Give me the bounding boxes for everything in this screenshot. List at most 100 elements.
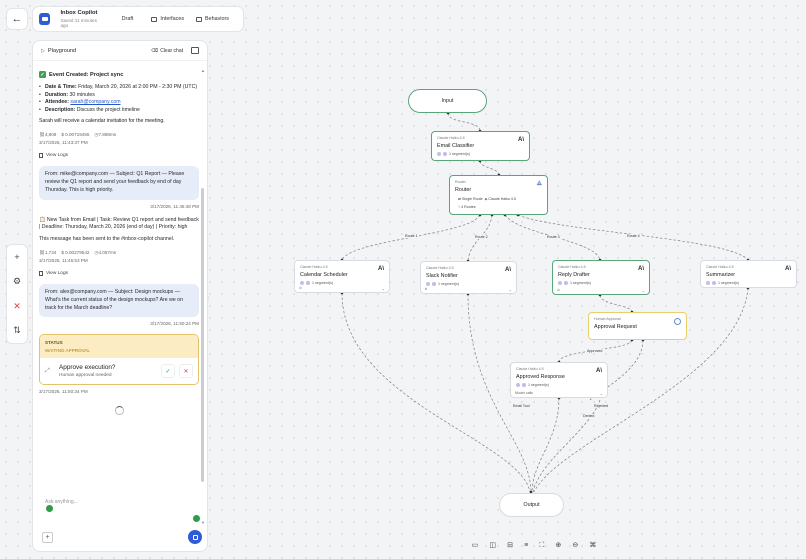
check-icon: ✓ [39,71,46,78]
calendar-scheduler-node[interactable]: Claude Haiku 4.5 A\ Calendar Scheduler 1… [294,260,390,293]
back-button[interactable]: ← [6,8,28,30]
task-metrics: ⛓1,734 $ 0.00279542 ◷4.057ms [39,250,199,256]
panel-layout-icon[interactable] [191,47,199,54]
output-node[interactable]: Output [499,493,564,517]
edge-input-classifier [447,112,481,132]
chevron-down-icon[interactable]: ⌄ [382,286,385,291]
anthropic-icon: A\ [518,137,524,143]
view-logs-button[interactable]: View Logs [39,153,199,159]
event-details: Date & Time: Friday, March 20, 2026 at 2… [39,84,199,114]
layout-icon[interactable]: ⊟ [507,542,513,549]
node-model: Claude Haiku 4.5 [437,136,465,140]
app-title-block: Inbox Copilot Saved 11 minutes ago [60,10,103,28]
tokens-count: ⛓4,809 [39,132,57,138]
edge-calendar-output [341,292,531,493]
scroll-up-icon[interactable]: ▲ [201,68,205,73]
reject-button[interactable]: ✕ [179,364,193,379]
node-model: Claude Haiku 4.5 [426,266,454,270]
playground-header: ▷ Playground ⌫ Clear chat [33,41,207,61]
chevron-down-icon[interactable]: ⌄ [509,287,512,292]
approve-button[interactable]: ✓ [161,364,175,379]
branch-icon[interactable]: ⇅ [13,326,21,335]
approval-title: Approve execution? [59,364,116,372]
scrollbar-thumb[interactable] [201,188,204,482]
node-model: Router [455,180,466,184]
chat-scroll[interactable]: ✓Event Created: Project sync Date & Time… [39,65,199,503]
frame-icon[interactable]: ◫ [489,542,496,549]
zoom-out-icon[interactable]: ⊖ [572,542,578,549]
note-icon[interactable]: ▭ [472,542,479,549]
attendee-link[interactable]: sarah@company.com [70,99,120,105]
attach-button[interactable]: + [42,532,53,543]
edge-reply-approval [599,294,633,313]
node-name: Calendar Scheduler [300,272,348,278]
edge-classifier-router [479,160,500,176]
cost-value: $ 0.00279542 [61,249,90,255]
view-logs-button[interactable]: View Logs [39,270,199,276]
output-node-label: Output [523,502,540,508]
node-name: Router [455,187,472,193]
chevron-down-icon[interactable]: ⌄ [642,288,645,293]
approval-request-node[interactable]: Human Approval Approval Request [588,312,687,340]
node-name: Slack Notifier [426,273,458,279]
chat-composer[interactable]: Ask anything... + [37,493,203,549]
user-message: From: alex@company.com — Subject: Design… [39,283,199,318]
expand-icon[interactable]: ⤢ [45,368,59,375]
email-classifier-node[interactable]: Claude Haiku 4.5 A\ Email Classifier 1 s… [431,131,530,161]
app-header: Inbox Copilot Saved 11 minutes ago Draft… [32,6,244,32]
arrow-left-icon: ← [11,13,23,25]
approved-response-node[interactable]: Claude Haiku 4.5 A\ Approved Response 1 … [510,362,608,398]
edge-label-route-2: Route 2 [474,235,489,239]
latency-value: ◷7.888ms [94,132,117,138]
document-icon [39,270,43,276]
user-message-time: 3/17/2026, 11:50:24 PM [150,321,199,327]
node-name: Approval Request [594,324,637,330]
zoom-in-icon[interactable]: ⊕ [555,542,561,549]
voice-icon[interactable] [193,515,200,522]
anthropic-icon: A\ [638,266,644,272]
close-icon[interactable]: ✕ [13,301,21,311]
chat-icon [196,16,203,22]
tab-interfaces[interactable]: Interfaces [147,14,188,24]
cost-value: $ 0.00719455 [61,132,90,138]
clear-chat-button[interactable]: ⌫ Clear chat [151,48,183,54]
loading-spinner-icon [114,406,124,416]
tool-icon: # [425,287,427,291]
plus-icon: + [45,534,50,541]
input-node-label: Input [441,98,454,104]
input-node[interactable]: Input [408,89,487,113]
router-mode: ⇄ Single Route ◈ Claude Haiku 4.5 [458,197,516,201]
router-node[interactable]: Router ⟁ Router ⇄ Single Route ◈ Claude … [449,175,548,215]
event-followup: Sarah will receive a calendar invitation… [39,118,165,125]
event-attendee: Attendee: sarah@company.com [39,99,199,107]
summarizer-node[interactable]: Claude Haiku 4.5 A\ Summarizer 1 segment… [700,260,797,288]
nodes-icon[interactable]: ⚙ [13,277,21,286]
router-icon: ⟁ [536,181,542,187]
add-icon[interactable]: + [14,252,19,262]
person-icon [674,318,681,325]
approval-text: Approve execution? Human approval needed [59,364,116,378]
reply-drafter-node[interactable]: Claude Haiku 4.5 A\ Reply Drafter 1 segm… [552,260,650,295]
tab-behaviors[interactable]: Behaviors [192,14,233,24]
edge-label-email-tool: Email Tool [512,404,531,408]
node-meta: 1 segment(s) [437,152,470,156]
command-icon[interactable]: ⌘ [589,542,596,549]
user-message-time: 3/17/2026, 11:45:48 PM [150,203,199,209]
node-name: Reply Drafter [558,272,590,278]
node-meta: 1 segment(s) [558,281,591,285]
close-icon: ✕ [183,368,189,375]
latency-value: ◷4.057ms [94,249,117,255]
router-routes: ⑂ 4 Routes [458,205,476,209]
tokens-count: ⛓1,734 [39,249,57,255]
chevron-down-icon[interactable]: ⌄ [600,391,603,396]
approval-timestamp: 3/17/2026, 11:50:34 PM [39,389,88,395]
send-button[interactable] [188,530,202,544]
resize-handle[interactable]: ⋮ [206,296,211,302]
node-meta: 1 segment(s) [516,383,549,387]
align-icon[interactable]: ≡ [524,542,528,549]
fit-view-icon[interactable]: ⛶ [539,542,544,549]
status-badge: WAITING APPROVAL [45,348,90,354]
playground-panel: ▷ Playground ⌫ Clear chat ✓ Event Created: … [32,40,208,552]
node-foot-label: Model calls [515,391,533,395]
slack-notifier-node[interactable]: Claude Haiku 4.5 A\ Slack Notifier 1 seg… [420,261,517,294]
